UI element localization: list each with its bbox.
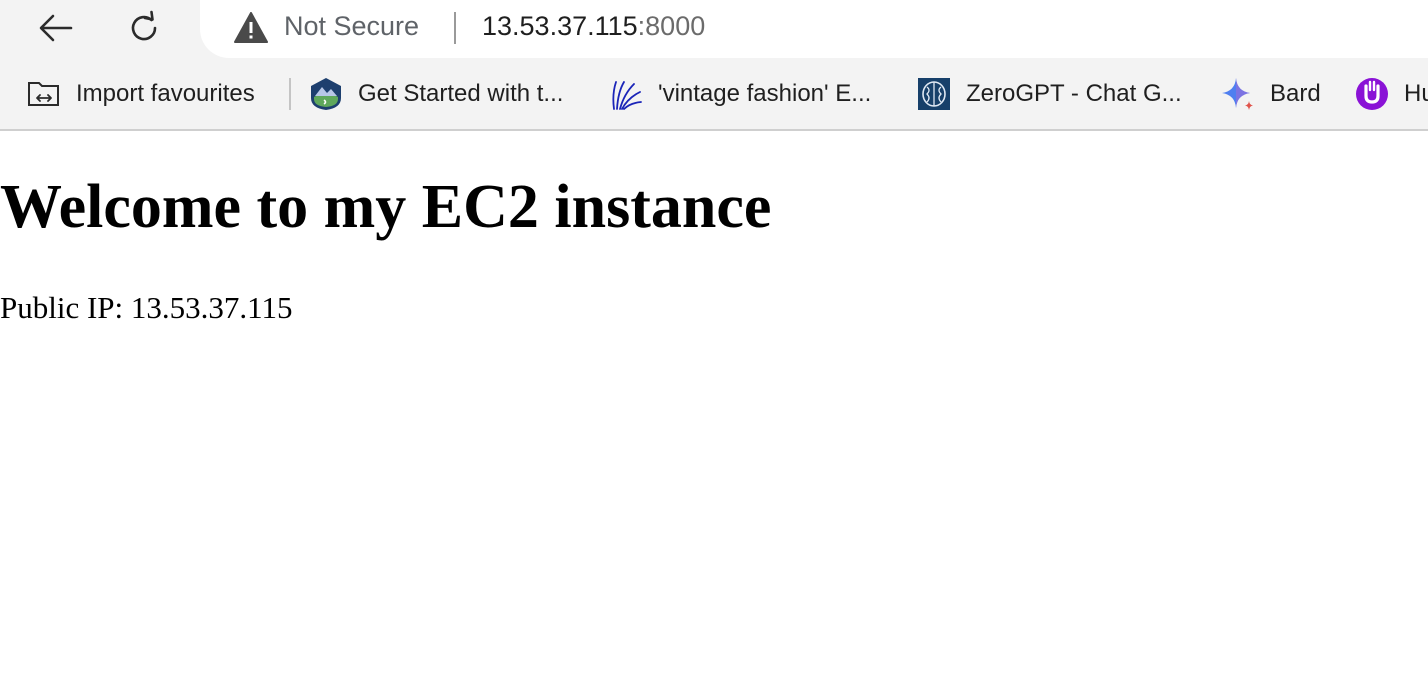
bookmark-label: Hu — [1404, 80, 1428, 107]
bookmarks-bar: Import favourites Get Started with t... … — [0, 72, 1428, 116]
bookmark-vintage-fashion[interactable]: 'vintage fashion' E... — [608, 72, 871, 116]
trailhead-icon — [308, 76, 344, 112]
bookmark-hu[interactable]: Hu — [1354, 72, 1428, 116]
bookmark-label: ZeroGPT - Chat G... — [966, 80, 1182, 107]
url-host: 13.53.37.115 — [482, 11, 638, 41]
address-bar[interactable]: Not Secure 13.53.37.115:8000 — [200, 0, 1428, 58]
address-divider — [454, 12, 456, 44]
browser-chrome: Not Secure 13.53.37.115:8000 Import favo… — [0, 0, 1428, 131]
lines-logo-icon — [608, 76, 644, 112]
bookmark-label: 'vintage fashion' E... — [658, 80, 872, 107]
url-text[interactable]: 13.53.37.115:8000 — [482, 11, 705, 42]
security-status-label[interactable]: Not Secure — [284, 11, 419, 42]
reload-button[interactable] — [124, 8, 164, 48]
page-content: Welcome to my EC2 instance Public IP: 13… — [0, 132, 1428, 678]
bookmark-trailhead[interactable]: Get Started with t... — [308, 72, 563, 116]
back-button[interactable] — [36, 8, 76, 48]
bookmark-label: Bard — [1270, 80, 1321, 107]
bookmark-zerogpt[interactable]: ZeroGPT - Chat G... — [916, 72, 1182, 116]
reload-icon — [131, 10, 157, 41]
bookmark-label: Import favourites — [76, 80, 255, 107]
warning-icon — [234, 12, 268, 43]
bookmark-import-favourites[interactable]: Import favourites — [26, 72, 255, 116]
public-ip-text: Public IP: 13.53.37.115 — [0, 290, 293, 325]
sparkle-icon — [1220, 76, 1256, 112]
brain-icon — [916, 76, 952, 112]
bookmarks-separator — [289, 78, 291, 110]
import-favourites-icon — [26, 76, 62, 112]
url-port: :8000 — [637, 11, 706, 41]
bookmark-bard[interactable]: Bard — [1220, 72, 1321, 116]
back-arrow-icon — [39, 14, 73, 42]
bookmark-label: Get Started with t... — [358, 80, 564, 107]
page-title: Welcome to my EC2 instance — [0, 173, 772, 241]
hu-logo-icon — [1354, 76, 1390, 112]
